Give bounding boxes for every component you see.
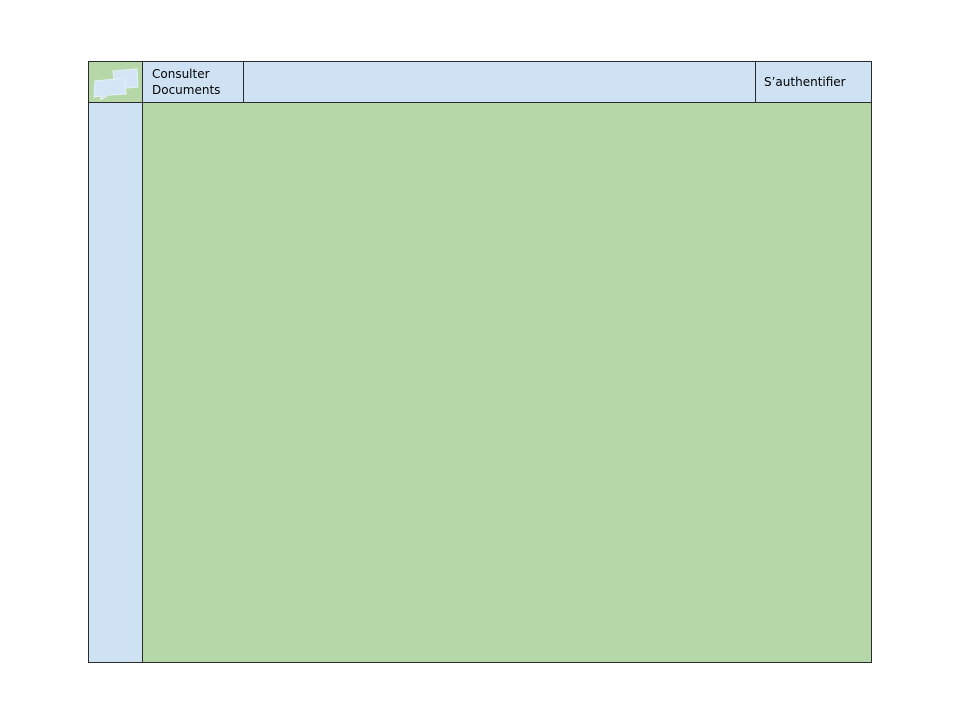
top-bar: Consulter Documents S’authentifier	[89, 62, 871, 103]
logo[interactable]	[89, 62, 143, 102]
sidebar	[89, 103, 143, 662]
header-spacer	[244, 62, 756, 102]
nav-link-line-1: Consulter	[152, 67, 210, 81]
chat-bubbles-icon	[93, 68, 139, 100]
main-content-area	[143, 103, 871, 662]
consult-documents-link[interactable]: Consulter Documents	[143, 62, 244, 102]
nav-link-line-2: Documents	[152, 83, 221, 97]
app-frame: Consulter Documents S’authentifier	[88, 61, 872, 663]
login-button[interactable]: S’authentifier	[756, 62, 871, 102]
